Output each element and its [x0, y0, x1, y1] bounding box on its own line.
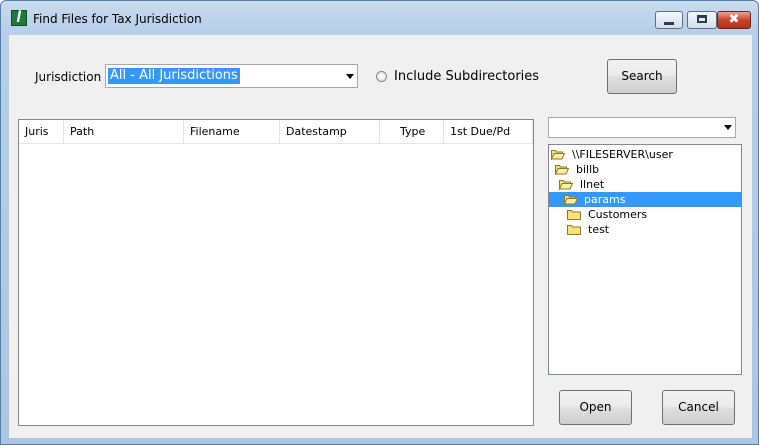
tree-node-billb[interactable]: billb	[555, 162, 739, 177]
open-button-label: Open	[579, 400, 612, 414]
minimize-button[interactable]	[655, 11, 683, 29]
dialog-body: Jurisdiction All - All Jurisdictions Inc…	[9, 35, 752, 438]
cancel-button-label: Cancel	[678, 400, 719, 414]
folder-open-icon	[564, 195, 578, 205]
column-header-datestamp[interactable]: Datestamp	[280, 120, 380, 143]
dialog-window: ꟾ Find Files for Tax Jurisdiction ✖ Juri…	[0, 0, 759, 445]
title-bar[interactable]: ꟾ Find Files for Tax Jurisdiction ✖	[1, 1, 758, 31]
chevron-down-icon	[346, 74, 354, 79]
column-header-type[interactable]: Type	[380, 120, 444, 143]
folder-open-icon	[551, 150, 565, 160]
drive-select[interactable]	[548, 117, 736, 138]
window-title: Find Files for Tax Jurisdiction	[33, 12, 202, 26]
close-button[interactable]: ✖	[717, 11, 751, 29]
column-header-juris[interactable]: Juris	[19, 120, 64, 143]
jurisdiction-label: Jurisdiction	[35, 70, 102, 84]
folder-closed-icon	[567, 210, 581, 220]
folder-closed-icon	[567, 225, 581, 235]
tree-node-params[interactable]: params	[549, 192, 741, 207]
tree-node-fileserver[interactable]: \\FILESERVER\user	[551, 147, 739, 162]
search-button-label: Search	[621, 69, 663, 83]
maximize-icon	[697, 15, 707, 23]
column-header-first-due[interactable]: 1st Due/Pd	[444, 120, 533, 143]
include-subdirectories-label[interactable]: Include Subdirectories	[394, 69, 539, 84]
results-header: Juris Path Filename Datestamp Type 1st D…	[19, 120, 533, 144]
results-list[interactable]: Juris Path Filename Datestamp Type 1st D…	[18, 119, 534, 426]
chevron-down-icon	[724, 125, 732, 130]
jurisdiction-select[interactable]: All - All Jurisdictions	[105, 64, 358, 88]
folder-open-icon	[559, 180, 573, 190]
tree-node-llnet[interactable]: llnet	[559, 177, 739, 192]
search-button[interactable]: Search	[607, 59, 677, 94]
tree-node-customers[interactable]: Customers	[567, 207, 739, 222]
tree-node-test[interactable]: test	[567, 222, 739, 237]
minimize-icon	[664, 22, 674, 25]
column-header-filename[interactable]: Filename	[184, 120, 280, 143]
cancel-button[interactable]: Cancel	[662, 390, 735, 425]
app-icon: ꟾ	[11, 10, 27, 26]
include-subdirectories-radio[interactable]	[376, 71, 387, 82]
close-icon: ✖	[728, 12, 740, 27]
jurisdiction-select-value: All - All Jurisdictions	[108, 68, 240, 84]
column-header-path[interactable]: Path	[64, 120, 184, 143]
folder-open-icon	[555, 165, 569, 175]
open-button[interactable]: Open	[559, 390, 632, 425]
maximize-button[interactable]	[687, 11, 717, 29]
folder-tree[interactable]: \\FILESERVER\user billb llnet params Cus…	[548, 144, 742, 375]
